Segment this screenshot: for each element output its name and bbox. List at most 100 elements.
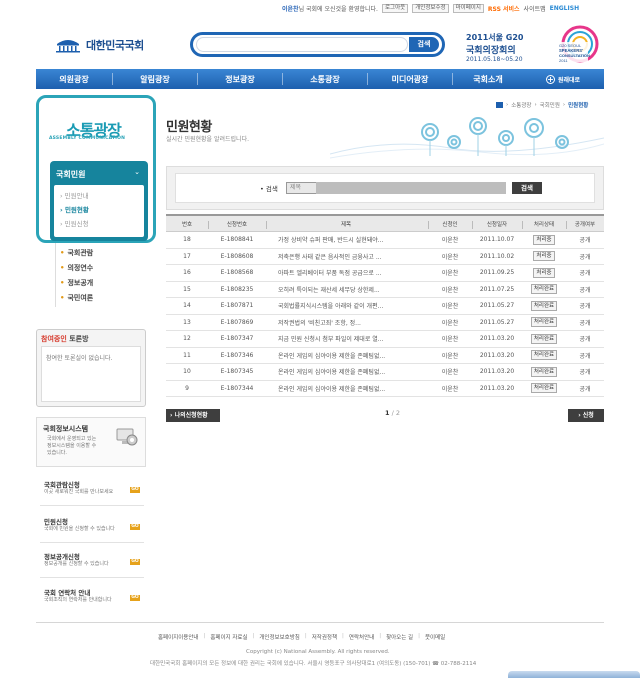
row-title-link[interactable]: 아파트 엘리베이터 부품 독점 공급으로 ...	[278, 265, 428, 281]
banner-visit-apply[interactable]: 국회관람신청 이곳 새로워진 국회를 만나보세요 GO	[40, 476, 144, 506]
table-row[interactable]: 17 E-1808608 저축은행 사태 같은 음사적인 금융사고 ... 이윤찬 20…	[166, 249, 604, 265]
row-request-number: E-1807345	[220, 368, 254, 376]
sitemap-link[interactable]: 사이트맵	[524, 4, 546, 13]
footer-link[interactable]: 찾아오는 길	[386, 633, 413, 641]
english-link[interactable]: ENGLISH	[550, 5, 579, 12]
banner-desc: 이곳 새로워진 국회를 만나보세요	[44, 489, 114, 495]
row-title-link[interactable]: 저축은행 사태 같은 음사적인 금융사고 ...	[278, 249, 428, 265]
table-row[interactable]: 16 E-1808568 아파트 엘리베이터 부품 독점 공급으로 ... 이윤찬 20…	[166, 265, 604, 282]
page-total[interactable]: 2	[396, 409, 400, 417]
table-row[interactable]: 15 E-1808235 오히려 특이되는 재산세 세무당 상한제... 이윤찬 201…	[166, 282, 604, 298]
search-filter-inner: 검색 제목 ▼ 검색	[175, 173, 595, 203]
status-badge[interactable]: 처리중	[533, 267, 555, 278]
go-button[interactable]: GO	[130, 487, 140, 493]
nav-item-media[interactable]: 미디어광장	[368, 74, 452, 85]
nav-item-members[interactable]: 의원광장	[36, 74, 112, 85]
nav-item-about[interactable]: 국회소개	[453, 74, 523, 85]
status-badge[interactable]: 처리중	[533, 234, 555, 245]
status-badge[interactable]: 처리완료	[530, 366, 558, 377]
sidebar-active-menu: 국회민원 ⌄ › 민원안내 › 민원현황 › 민원신청	[50, 161, 148, 241]
row-title-link[interactable]: 온라인 게임의 심야이용 제한을 존폐팀없...	[278, 364, 428, 380]
row-title-link[interactable]: 저작권법의 '비친고죄' 조항, 정...	[278, 315, 428, 331]
info-system-banner[interactable]: 국회정보시스템 국회에서 운영되고 있는 정보시스템을 이용할 수 있습니다.	[36, 417, 146, 467]
row-public: 공개	[579, 253, 591, 261]
row-date: 2011.03.20	[479, 368, 515, 376]
row-applicant: 이윤찬	[441, 369, 459, 377]
nav-item-communication[interactable]: 소통광장	[283, 74, 367, 85]
row-applicant: 이윤찬	[441, 303, 459, 311]
row-public: 공개	[579, 286, 591, 294]
row-number: 12	[183, 335, 191, 343]
banner-disclosure-apply[interactable]: 정보공개신청 정보공개를 신청할 수 있습니다 GO	[40, 548, 144, 578]
row-public: 공개	[579, 270, 591, 278]
status-badge[interactable]: 처리완료	[530, 300, 558, 311]
status-badge[interactable]: 처리완료	[530, 317, 558, 328]
row-title-link[interactable]: 온라인 게임의 심야이용 제한을 존폐팀없...	[278, 381, 428, 397]
row-number: 17	[183, 252, 191, 260]
go-button[interactable]: GO	[130, 524, 140, 530]
table-row[interactable]: 12 E-1807347 지금 민원 신청시 첨부 파일이 제대로 열... 이윤찬 2…	[166, 331, 604, 348]
page-current[interactable]: 1	[385, 409, 390, 417]
my-requests-button[interactable]: › 나의신청현황	[166, 409, 220, 422]
banner-contacts[interactable]: 국회 연락처 안내 국회조직의 연락처를 안내합니다 GO	[40, 584, 144, 614]
table-row[interactable]: 10 E-1807345 온라인 게임의 심야이용 제한을 존폐팀없... 이윤찬 20…	[166, 364, 604, 381]
sidebar-sub-guide[interactable]: › 민원안내	[60, 190, 89, 200]
g20-banner[interactable]: 2011서울 G20 국회의장회의 2011.05.18~05.20	[466, 32, 524, 63]
nav-item-info[interactable]: 정보광장	[198, 74, 282, 85]
sidebar-link-disclosure[interactable]: 정보공개	[60, 278, 93, 288]
nav-item-notice[interactable]: 알림광장	[113, 74, 197, 85]
status-badge[interactable]: 처리중	[533, 251, 555, 262]
filter-search-button[interactable]: 검색	[512, 182, 542, 194]
table-row[interactable]: 11 E-1807346 온라인 게임의 심야이용 제한을 존폐팀없... 이윤찬 20…	[166, 348, 604, 364]
search-input[interactable]	[196, 37, 408, 52]
row-title-link[interactable]: 오히려 특이되는 재산세 세무당 상한제...	[278, 282, 428, 298]
go-button[interactable]: GO	[130, 559, 140, 565]
table-row[interactable]: 13 E-1807869 저작권법의 '비친고죄' 조항, 정... 이윤찬 2011.…	[166, 315, 604, 331]
logout-button[interactable]: 로그아웃	[381, 3, 409, 13]
privacy-edit-button[interactable]: 개인정보수정	[412, 3, 449, 13]
sidebar-section-complaints[interactable]: 국회민원	[56, 169, 85, 180]
footer-sep: |	[342, 633, 344, 639]
nav-reset[interactable]: + 원래대로	[523, 74, 603, 84]
row-date: 2011.07.25	[479, 285, 515, 293]
apply-button[interactable]: › 신청	[568, 409, 604, 422]
footer-link[interactable]: 개인정보보호방침	[259, 633, 299, 641]
banner-complaint-apply[interactable]: 민원신청 국회에 민원을 신청할 수 있습니다 GO	[40, 513, 144, 543]
sidebar-link-opinion[interactable]: 국민여론	[60, 293, 93, 303]
footer-link[interactable]: 홈페이지 자료실	[210, 633, 247, 641]
row-public: 공개	[579, 336, 591, 344]
my-page-button[interactable]: 마이페이지	[452, 3, 484, 13]
site-logo[interactable]: 대한민국국회	[54, 36, 144, 54]
row-request-number: E-1807871	[220, 302, 254, 310]
row-title-link[interactable]: 국회법률지식시스템을 아래와 같이 개편...	[278, 298, 428, 314]
footer-link[interactable]: 연락처안내	[349, 633, 374, 641]
table-row[interactable]: 14 E-1807871 국회법률지식시스템을 아래와 같이 개편... 이윤찬 201…	[166, 298, 604, 315]
status-badge[interactable]: 처리완료	[530, 284, 558, 295]
status-badge[interactable]: 처리완료	[530, 333, 558, 344]
sidebar-sub-apply[interactable]: › 민원신청	[60, 218, 89, 228]
footer-link[interactable]: 홈페이지이용안내	[158, 633, 198, 641]
g20-line3: 2011.05.18~05.20	[466, 56, 523, 63]
g20-speakers-logo: G20 SEOUL SPEAKERS' CONSULTATION 2011	[558, 25, 599, 63]
row-title-link[interactable]: 지금 민원 신청시 첨부 파일이 제대로 열...	[278, 331, 428, 347]
col-status: 처리상태	[533, 221, 555, 228]
welcome-text: 이윤찬님 국회에 오신것을 환영합니다.	[282, 5, 378, 13]
footer-link[interactable]: 저작권정책	[312, 633, 337, 641]
table-row[interactable]: 9 E-1807344 온라인 게임의 심야이용 제한을 존폐팀없... 이윤찬 201…	[166, 381, 604, 397]
row-title-link[interactable]: 가정 상비약 슈퍼 판매, 반드시 실현돼야...	[278, 232, 428, 248]
sidebar-link-training[interactable]: 의정연수	[60, 263, 93, 273]
chevron-down-icon[interactable]: ⌄	[134, 168, 140, 176]
table-row[interactable]: 18 E-1808841 가정 상비약 슈퍼 판매, 반드시 실현돼야... 이윤찬 2…	[166, 232, 604, 249]
sidebar-link-visit[interactable]: 국회관람	[60, 248, 93, 258]
go-button[interactable]: GO	[130, 595, 140, 601]
filter-keyword-input[interactable]	[316, 182, 506, 194]
row-applicant: 이윤찬	[441, 336, 459, 344]
search-button[interactable]: 검색	[409, 37, 439, 52]
status-badge[interactable]: 처리완료	[530, 350, 558, 361]
status-badge[interactable]: 처리완료	[530, 383, 558, 394]
row-title-link[interactable]: 온라인 게임의 심야이용 제한을 존폐팀없...	[278, 348, 428, 364]
rss-link[interactable]: RSS 서비스	[488, 4, 520, 13]
sidebar-sub-status[interactable]: › 민원현황	[60, 204, 89, 214]
footer-floating-tab[interactable]	[508, 671, 640, 678]
footer-link[interactable]: 뭇이메일	[425, 633, 445, 641]
